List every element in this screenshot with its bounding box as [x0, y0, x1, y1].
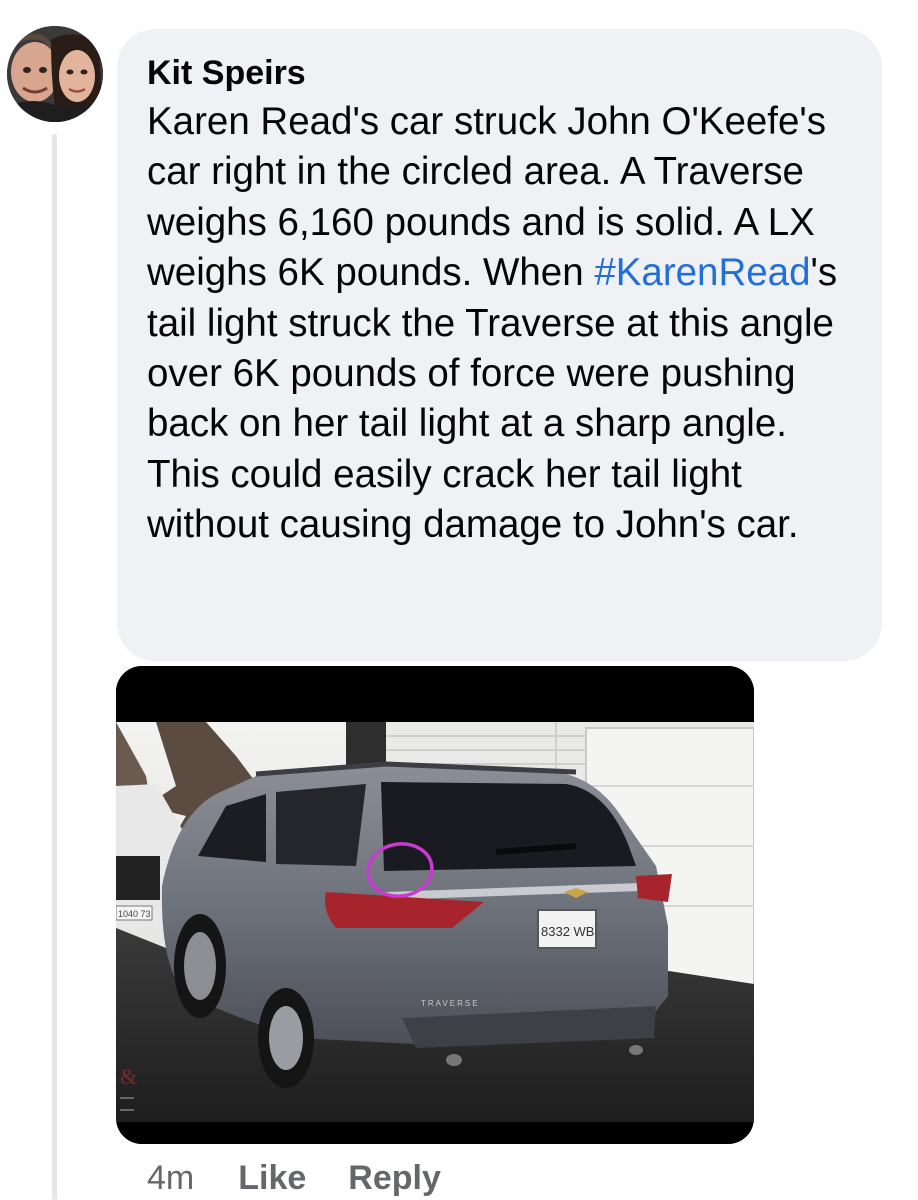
reply-button[interactable]: Reply	[348, 1159, 441, 1198]
suv-photo: 1040 73 8332 WB TRAVERSE &	[116, 666, 754, 1144]
vehicle-badge: TRAVERSE	[421, 999, 480, 1008]
comment-bubble: Kit Speirs Karen Read's car struck John …	[117, 29, 882, 661]
license-plate: 8332 WB	[541, 924, 594, 939]
other-license-plate: 1040 73	[118, 909, 151, 919]
comment-text: Karen Read's car struck John O'Keefe's c…	[147, 97, 852, 551]
like-button[interactable]: Like	[238, 1159, 306, 1198]
comment-actions: 4m Like Reply	[147, 1156, 483, 1200]
hashtag-link[interactable]: #KarenRead	[594, 251, 810, 294]
attached-photo[interactable]: 1040 73 8332 WB TRAVERSE &	[116, 666, 754, 1144]
thread-line	[52, 134, 57, 1200]
comment-text-part-2: 's tail light struck the Traverse at thi…	[147, 251, 838, 547]
avatar-image	[7, 26, 103, 122]
comment-author[interactable]: Kit Speirs	[147, 51, 852, 95]
avatar[interactable]	[7, 26, 103, 122]
comment-timestamp[interactable]: 4m	[147, 1159, 194, 1198]
watermark: &	[120, 1064, 137, 1089]
